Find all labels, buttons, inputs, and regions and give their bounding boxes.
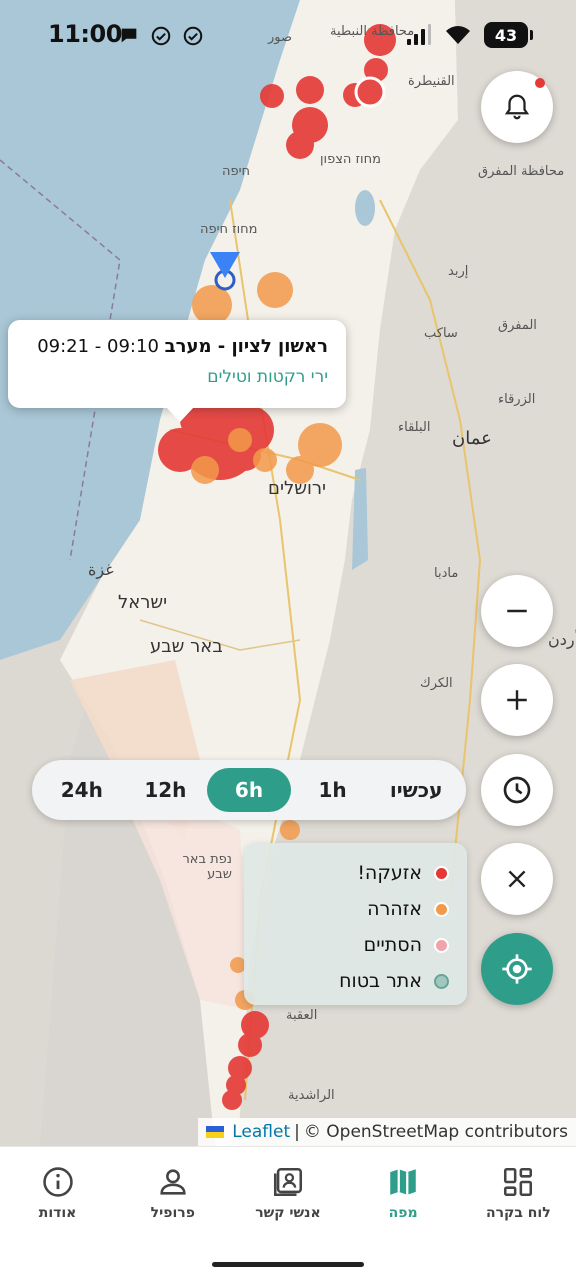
notification-dot	[535, 78, 545, 88]
popup-title: ראשון לציון - מערב 09:10 - 09:21	[26, 336, 328, 357]
legend-item: אזהרה	[244, 891, 449, 927]
status-bar: 11:00 43	[0, 0, 576, 72]
bell-icon	[504, 94, 530, 120]
zoom-out-button[interactable]	[481, 575, 553, 647]
battery-indicator: 43	[484, 22, 533, 48]
notification-icons	[118, 25, 204, 47]
time-filter-6h[interactable]: 6h	[207, 768, 291, 812]
check-circle-icon	[151, 26, 171, 46]
map-label-balqa: البلقاء	[398, 420, 431, 435]
nav-item-map[interactable]: מפה	[346, 1147, 461, 1243]
nav-label: פרופיל	[150, 1205, 195, 1221]
close-button[interactable]	[481, 843, 553, 915]
map-label-jordan: أردن	[548, 630, 576, 649]
map-label-mafraq: المفرق	[498, 318, 537, 333]
clock-icon	[503, 776, 531, 804]
system-icons: 43	[406, 22, 533, 48]
time-filter: 24h 12h 6h 1h עכשיו	[32, 760, 466, 820]
info-icon	[42, 1167, 73, 1197]
close-icon	[508, 870, 526, 888]
attribution-separator: |	[294, 1122, 300, 1142]
map-label-zarqa: الزرقاء	[498, 392, 536, 407]
legend-dot-safe	[434, 973, 449, 989]
map-label-israel: ישראל	[118, 592, 168, 613]
nav-label: אודות	[38, 1205, 77, 1221]
map-icon	[390, 1169, 416, 1195]
map-label-karak: الكرك	[420, 676, 453, 691]
nav-item-contacts[interactable]: אנשי קשר	[230, 1147, 345, 1243]
nav-label: לוח בקרה	[486, 1205, 551, 1221]
alert-popup[interactable]: ראשון לציון - מערב 09:10 - 09:21 ירי רקט…	[8, 320, 346, 422]
legend-dot-alert	[434, 865, 449, 881]
time-filter-24h[interactable]: 24h	[40, 768, 124, 812]
map-label-mafraq-gov: محافظة المفرق	[478, 164, 565, 179]
zoom-in-button[interactable]	[481, 664, 553, 736]
map-label-rashidiya: الراشدية	[288, 1088, 335, 1103]
legend-item: אתר בטוח	[244, 963, 449, 999]
person-icon	[160, 1169, 186, 1195]
bottom-navigation: אודות פרופיל אנשי קשר מפה לוח בקרה	[0, 1146, 576, 1280]
map-label-beer-sheva: באר שבע	[150, 636, 223, 657]
map-label-sakeb: ساكب	[424, 326, 458, 341]
popup-time-range: 09:10 - 09:21	[37, 336, 159, 357]
map-label-gaza: غزة	[88, 560, 114, 579]
time-filter-12h[interactable]: 12h	[124, 768, 208, 812]
chat-bubble-icon	[121, 28, 137, 43]
nav-item-profile[interactable]: פרופיל	[115, 1147, 230, 1243]
status-time: 11:00	[48, 20, 122, 48]
notifications-button[interactable]	[481, 71, 553, 143]
map-label-jerusalem: ירושלים	[268, 478, 327, 499]
signal-icon	[407, 24, 431, 45]
map-attribution: Leaflet | © OpenStreetMap contributors	[198, 1118, 576, 1146]
plus-icon	[507, 690, 527, 710]
legend-dot-warning	[434, 901, 449, 917]
minus-icon	[507, 609, 527, 613]
dashboard-icon	[504, 1167, 533, 1197]
map-label-haifa: חיפה	[222, 164, 251, 179]
osm-attribution[interactable]: © OpenStreetMap contributors	[304, 1122, 568, 1142]
map-label-north-district: מחוז הצפון	[320, 152, 381, 167]
map-label-beer-sheva-district: נפת באר שבע	[182, 852, 232, 882]
map-label-quneitra: القنيطرة	[408, 74, 455, 89]
leaflet-link[interactable]: Leaflet	[232, 1122, 290, 1142]
legend-item: אזעקה!	[244, 855, 449, 891]
history-button[interactable]	[481, 754, 553, 826]
map-label-amman: عمان	[452, 428, 492, 449]
crosshair-icon	[502, 954, 532, 984]
legend-dot-ended	[434, 937, 449, 953]
map-label-aqaba: العقبة	[286, 1008, 318, 1023]
nav-label: אנשי קשר	[255, 1205, 321, 1221]
legend-item: הסתיים	[244, 927, 449, 963]
popup-place: ראשון לציון - מערב	[164, 336, 328, 357]
legend-label: אזהרה	[367, 898, 422, 920]
my-location-button[interactable]	[481, 933, 553, 1005]
popup-alert-type: ירי רקטות וטילים	[207, 367, 328, 387]
wifi-icon	[446, 26, 470, 44]
nav-item-about[interactable]: אודות	[0, 1147, 115, 1243]
check-circle-icon	[183, 26, 203, 46]
legend-label: אתר בטוח	[339, 970, 422, 992]
time-filter-1h[interactable]: 1h	[291, 768, 375, 812]
map-legend: אזעקה! אזהרה הסתיים אתר בטוח	[244, 843, 467, 1005]
time-filter-now[interactable]: עכשיו	[374, 768, 458, 812]
nav-label: מפה	[388, 1205, 418, 1221]
legend-label: אזעקה!	[357, 862, 422, 884]
map-label-irbid: إربد	[448, 264, 469, 279]
map-label-madaba: مادبا	[434, 566, 459, 581]
map-label-haifa-district: מחוז חיפה	[200, 222, 258, 237]
ukraine-flag-icon	[206, 1126, 225, 1138]
legend-label: הסתיים	[363, 934, 422, 956]
contacts-icon	[273, 1167, 302, 1197]
nav-item-dashboard[interactable]: לוח בקרה	[461, 1147, 576, 1243]
home-indicator	[212, 1262, 364, 1267]
